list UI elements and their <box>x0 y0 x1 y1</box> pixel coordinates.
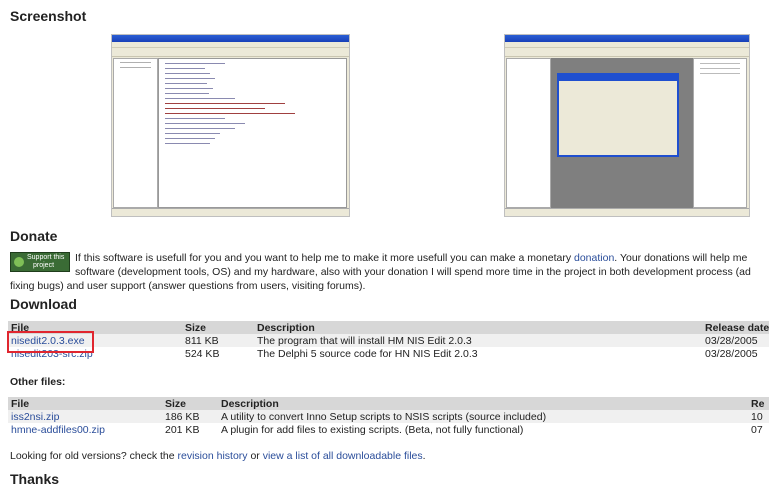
file-size: 201 KB <box>165 423 200 436</box>
table-row: nisedit203-src.zip 524 KB The Delphi 5 s… <box>8 347 769 360</box>
download-link-iss2nsi[interactable]: iss2nsi.zip <box>11 411 59 423</box>
file-size: 811 KB <box>182 334 254 347</box>
file-description: The Delphi 5 source code for HN NIS Edit… <box>257 347 478 360</box>
column-header-date: Release date <box>702 321 769 334</box>
file-date: 07 <box>751 423 763 436</box>
donate-heading: Donate <box>10 228 58 244</box>
revision-history-link[interactable]: revision history <box>178 450 248 462</box>
old-versions-after: . <box>422 450 426 462</box>
donate-paragraph: If this software is usefull for you and … <box>10 251 769 293</box>
screenshot-thumbnail-editor[interactable] <box>111 34 350 217</box>
other-files-heading: Other files: <box>10 376 66 388</box>
file-size: 524 KB <box>185 347 220 360</box>
download-heading: Download <box>10 296 77 312</box>
table-row: iss2nsi.zip 186 KB A utility to convert … <box>8 410 769 423</box>
column-header-size: Size <box>162 397 218 410</box>
donate-text-line1b: . Your donations will help me <box>614 252 748 264</box>
other-files-table: File Size Description Re iss2nsi.zip 186… <box>8 397 769 436</box>
column-header-description: Description <box>218 397 748 410</box>
file-description: A utility to convert Inno Setup scripts … <box>218 410 748 423</box>
table-row: nisedit2.0.3.exe 811 KB The program that… <box>8 334 769 347</box>
file-size: 186 KB <box>162 410 218 423</box>
old-versions-text: Looking for old versions? check the revi… <box>10 450 426 462</box>
thanks-heading: Thanks <box>10 471 60 487</box>
column-header-description: Description <box>254 321 702 334</box>
donate-text-line2: software (development tools, OS) and my … <box>75 266 751 278</box>
column-header-date: Re <box>748 397 769 410</box>
file-description: A plugin for add files to existing scrip… <box>221 423 524 436</box>
donation-link[interactable]: donation <box>574 252 614 264</box>
screenshot-heading: Screenshot <box>10 8 87 24</box>
download-link-addfiles[interactable]: hmne-addfiles00.zip <box>11 424 105 436</box>
highlight-box <box>7 331 94 353</box>
old-versions-before: Looking for old versions? check the <box>10 450 178 462</box>
table-row: hmne-addfiles00.zip 201 KB A plugin for … <box>8 423 769 436</box>
support-button-line2: project <box>33 262 55 269</box>
file-description: The program that will install HM NIS Edi… <box>254 334 702 347</box>
screenshot-thumbnail-designer[interactable] <box>504 34 750 217</box>
file-date: 10 <box>748 410 769 423</box>
file-date: 03/28/2005 <box>702 334 769 347</box>
file-date: 03/28/2005 <box>705 347 758 360</box>
all-downloads-link[interactable]: view a list of all downloadable files <box>263 450 423 462</box>
support-project-button[interactable]: Support this project <box>10 252 70 272</box>
support-button-line1: Support this <box>27 254 65 261</box>
old-versions-middle: or <box>247 450 263 462</box>
column-header-size: Size <box>182 321 254 334</box>
column-header-file: File <box>8 397 162 410</box>
donate-text-line1a: If this software is usefull for you and … <box>75 252 574 264</box>
donate-text-line3: fixing bugs) and user support (answer qu… <box>10 280 366 292</box>
plus-icon <box>14 257 24 267</box>
download-table: File Size Description Release date nised… <box>8 321 769 360</box>
